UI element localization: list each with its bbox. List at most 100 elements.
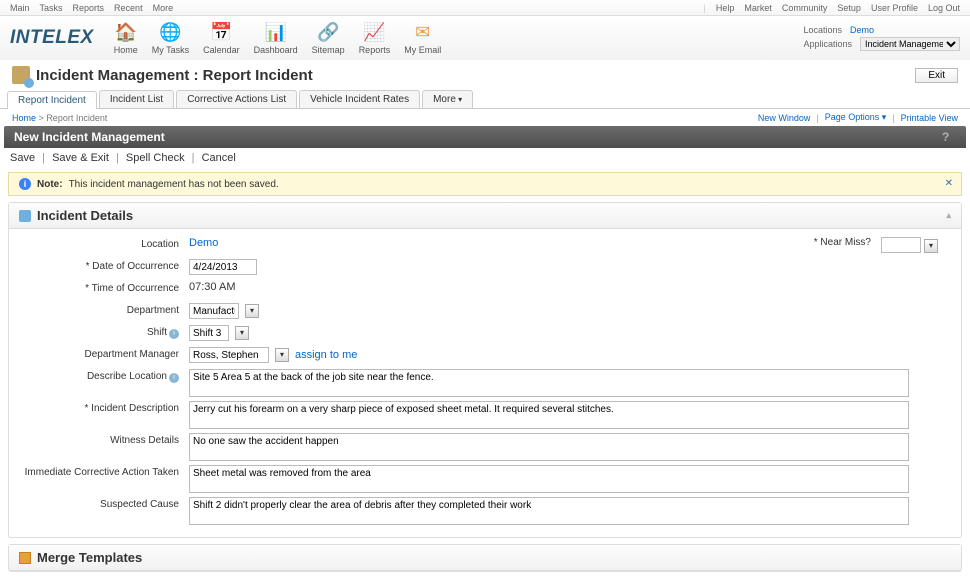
tab-report-incident[interactable]: Report Incident: [7, 91, 97, 109]
email-icon: ✉: [412, 22, 434, 44]
applications-label: Applications: [803, 39, 852, 49]
incident-description-input[interactable]: [189, 401, 909, 429]
shift-dropdown-icon[interactable]: ▾: [235, 326, 249, 340]
incident-details-icon: [19, 210, 31, 222]
top-utility-bar: Main Tasks Reports Recent More | Help Ma…: [0, 0, 970, 16]
shift-input[interactable]: [189, 325, 229, 341]
suspected-cause-label: Suspected Cause: [19, 497, 189, 510]
near-miss-input[interactable]: [881, 237, 921, 253]
action-links: Save | Save & Exit | Spell Check | Cance…: [0, 148, 970, 168]
describe-location-input[interactable]: [189, 369, 909, 397]
breadcrumb-row: Home > Report Incident New Window | Page…: [0, 109, 970, 126]
witness-label: Witness Details: [19, 433, 189, 446]
topnav-main[interactable]: Main: [10, 3, 30, 13]
section-help-icon[interactable]: ?: [942, 130, 956, 144]
corrective-action-label: Immediate Corrective Action Taken: [19, 465, 189, 478]
merge-templates-panel: Merge Templates: [8, 544, 962, 572]
topnav-help[interactable]: Help: [716, 3, 735, 13]
nav-calendar[interactable]: 📅Calendar: [203, 22, 240, 55]
breadcrumb-home[interactable]: Home: [12, 113, 36, 123]
section-title: New Incident Management: [14, 130, 165, 144]
save-link[interactable]: Save: [10, 152, 35, 164]
sitemap-icon: 🔗: [317, 22, 339, 44]
dashboard-icon: 📊: [265, 22, 287, 44]
describe-location-info-icon[interactable]: i: [169, 373, 179, 383]
page-tabs: Report Incident Incident List Corrective…: [0, 90, 970, 109]
applications-select[interactable]: Incident Management: [860, 37, 960, 51]
page-options-link[interactable]: Page Options ▾: [825, 112, 887, 123]
topnav-recent[interactable]: Recent: [114, 3, 143, 13]
tab-corrective-actions[interactable]: Corrective Actions List: [176, 90, 297, 108]
new-window-link[interactable]: New Window: [758, 113, 811, 123]
describe-location-label: Describe Location: [87, 371, 167, 382]
top-left-links: Main Tasks Reports Recent More: [10, 3, 173, 13]
save-exit-link[interactable]: Save & Exit: [52, 152, 109, 164]
merge-templates-header[interactable]: Merge Templates: [9, 545, 961, 571]
collapse-icon[interactable]: ▴: [946, 210, 951, 221]
merge-templates-icon: [19, 552, 31, 564]
topnav-setup[interactable]: Setup: [837, 3, 861, 13]
cancel-link[interactable]: Cancel: [202, 152, 236, 164]
topnav-market[interactable]: Market: [744, 3, 772, 13]
topnav-community[interactable]: Community: [782, 3, 828, 13]
department-input[interactable]: [189, 303, 239, 319]
witness-input[interactable]: [189, 433, 909, 461]
location-label: Location: [19, 237, 189, 250]
tab-vehicle-incident-rates[interactable]: Vehicle Incident Rates: [299, 90, 420, 108]
tab-incident-list[interactable]: Incident List: [99, 90, 174, 108]
reports-icon: 📈: [363, 22, 385, 44]
section-header: New Incident Management ?: [4, 126, 966, 148]
top-right-links: | Help Market Community Setup User Profi…: [704, 3, 960, 13]
nav-my-email[interactable]: ✉My Email: [404, 22, 441, 55]
info-icon: i: [19, 178, 31, 190]
department-label: Department: [19, 303, 189, 316]
tab-more[interactable]: More: [422, 90, 473, 108]
near-miss-dropdown-icon[interactable]: ▾: [924, 239, 938, 253]
brand-logo: INTELEX: [10, 27, 94, 49]
shift-info-icon[interactable]: i: [169, 329, 179, 339]
printable-view-link[interactable]: Printable View: [901, 113, 958, 123]
near-miss-label: * Near Miss?: [701, 237, 881, 248]
suspected-cause-input[interactable]: [189, 497, 909, 525]
assign-to-me-link[interactable]: assign to me: [295, 349, 357, 361]
manager-label: Department Manager: [19, 347, 189, 360]
incident-page-icon: [12, 66, 30, 84]
topnav-logout[interactable]: Log Out: [928, 3, 960, 13]
manager-input[interactable]: [189, 347, 269, 363]
location-value[interactable]: Demo: [189, 237, 218, 249]
department-dropdown-icon[interactable]: ▾: [245, 304, 259, 318]
nav-icon-row: 🏠Home 🌐My Tasks 📅Calendar 📊Dashboard 🔗Si…: [114, 22, 441, 55]
tasks-icon: 🌐: [159, 22, 181, 44]
breadcrumb-current: Report Incident: [46, 113, 107, 123]
incident-details-header[interactable]: Incident Details ▴: [9, 203, 961, 229]
manager-dropdown-icon[interactable]: ▾: [275, 348, 289, 362]
date-label: * Date of Occurrence: [19, 259, 189, 272]
topnav-user-profile[interactable]: User Profile: [871, 3, 918, 13]
page-title: Incident Management : Report Incident: [36, 67, 313, 84]
breadcrumb-sep: >: [39, 113, 44, 123]
nav-sitemap[interactable]: 🔗Sitemap: [312, 22, 345, 55]
topnav-more[interactable]: More: [153, 3, 174, 13]
corrective-action-input[interactable]: [189, 465, 909, 493]
nav-my-tasks[interactable]: 🌐My Tasks: [152, 22, 189, 55]
locations-value[interactable]: Demo: [850, 25, 874, 35]
topnav-tasks[interactable]: Tasks: [40, 3, 63, 13]
note-label: Note:: [37, 179, 63, 190]
nav-reports[interactable]: 📈Reports: [359, 22, 391, 55]
time-value: 07:30 AM: [189, 281, 235, 293]
nav-dashboard[interactable]: 📊Dashboard: [254, 22, 298, 55]
calendar-icon: 📅: [210, 22, 232, 44]
note-close-icon[interactable]: ✕: [945, 178, 953, 189]
exit-button[interactable]: Exit: [915, 68, 958, 83]
locations-label: Locations: [803, 25, 842, 35]
home-icon: 🏠: [115, 22, 137, 44]
incident-description-label: * Incident Description: [19, 401, 189, 414]
incident-form: Location Demo * Near Miss? ▾ * Date of O…: [9, 229, 961, 537]
note-bar: i Note: This incident management has not…: [8, 172, 962, 196]
time-label: * Time of Occurrence: [19, 281, 189, 294]
date-input[interactable]: [189, 259, 257, 275]
spell-check-link[interactable]: Spell Check: [126, 152, 185, 164]
topnav-reports[interactable]: Reports: [73, 3, 105, 13]
page-title-bar: Incident Management : Report Incident Ex…: [0, 60, 970, 90]
nav-home[interactable]: 🏠Home: [114, 22, 138, 55]
